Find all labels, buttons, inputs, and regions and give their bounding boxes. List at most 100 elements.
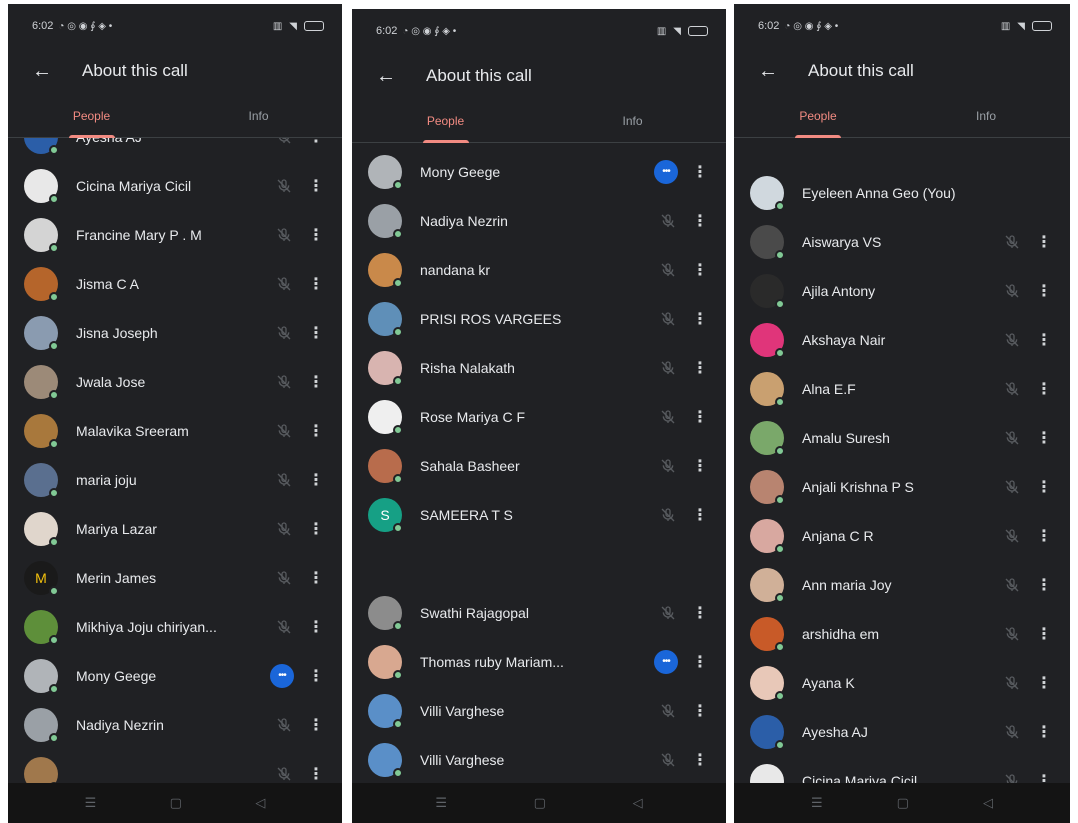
participant-row[interactable]: Jisna Joseph ⋮ bbox=[8, 308, 342, 357]
participant-row[interactable]: Thomas ruby Mariam... ••• ⋮ bbox=[352, 637, 726, 686]
more-options-icon[interactable]: ⋮ bbox=[1032, 230, 1056, 254]
more-options-icon[interactable]: ⋮ bbox=[688, 160, 712, 184]
participant-row[interactable]: arshidha em ⋮ bbox=[734, 609, 1070, 658]
more-options-icon[interactable]: ⋮ bbox=[1032, 720, 1056, 744]
participant-row[interactable]: Ann maria Joy ⋮ bbox=[734, 560, 1070, 609]
participant-name: Ayesha AJ bbox=[802, 723, 868, 740]
back-nav-icon[interactable]: ◁ bbox=[633, 795, 643, 811]
participant-row[interactable]: Ayana K ⋮ bbox=[734, 658, 1070, 707]
participant-row[interactable]: Malavika Sreeram ⋮ bbox=[8, 406, 342, 455]
participant-row[interactable]: Cicina Mariya Cicil ⋮ bbox=[8, 161, 342, 210]
home-nav-icon[interactable]: ▢ bbox=[534, 795, 546, 811]
participant-row[interactable]: Anjali Krishna P S ⋮ bbox=[734, 462, 1070, 511]
tab-info[interactable]: Info bbox=[175, 94, 342, 137]
participant-row[interactable]: Jisma C A ⋮ bbox=[8, 259, 342, 308]
back-arrow-icon[interactable]: ← bbox=[28, 57, 56, 85]
more-options-icon[interactable]: ⋮ bbox=[1032, 573, 1056, 597]
avatar bbox=[24, 511, 59, 547]
more-options-icon[interactable]: ⋮ bbox=[304, 223, 328, 247]
participant-row[interactable]: Sahala Basheer ⋮ bbox=[352, 441, 726, 490]
tab-people[interactable]: People bbox=[734, 94, 902, 137]
participant-row[interactable]: Villi Varghese ⋮ bbox=[352, 686, 726, 735]
participant-row[interactable]: S SAMEERA T S ⋮ bbox=[352, 490, 726, 539]
participant-row[interactable]: Ayesha AJ ⋮ bbox=[734, 707, 1070, 756]
more-options-icon[interactable]: ⋮ bbox=[688, 209, 712, 233]
participant-row[interactable]: Mony Geege ••• ⋮ bbox=[8, 651, 342, 700]
more-options-icon[interactable]: ⋮ bbox=[1032, 328, 1056, 352]
participant-row[interactable]: Rose Mariya C F ⋮ bbox=[352, 392, 726, 441]
more-options-icon[interactable]: ⋮ bbox=[1032, 426, 1056, 450]
more-options-icon[interactable]: ⋮ bbox=[688, 307, 712, 331]
more-options-icon[interactable]: ⋮ bbox=[688, 405, 712, 429]
participant-row[interactable]: Eyeleen Anna Geo (You)⋮ bbox=[734, 168, 1070, 217]
more-options-icon[interactable]: ⋮ bbox=[1032, 769, 1056, 784]
participant-row[interactable]: Mony Geege ••• ⋮ bbox=[352, 147, 726, 196]
mic-off-icon bbox=[658, 211, 678, 231]
more-options-icon[interactable]: ⋮ bbox=[304, 419, 328, 443]
more-options-icon[interactable]: ⋮ bbox=[304, 713, 328, 737]
more-options-icon[interactable]: ⋮ bbox=[1032, 671, 1056, 695]
home-nav-icon[interactable]: ▢ bbox=[897, 795, 909, 811]
more-options-icon[interactable]: ⋮ bbox=[304, 517, 328, 541]
participant-row[interactable]: Mariya Lazar ⋮ bbox=[8, 504, 342, 553]
participant-name: Francine Mary P . M bbox=[76, 226, 202, 243]
participant-row[interactable]: Alna E.F ⋮ bbox=[734, 364, 1070, 413]
participant-row[interactable]: Mikhiya Joju chiriyan... ⋮ bbox=[8, 602, 342, 651]
participant-row[interactable]: nandana kr ⋮ bbox=[352, 245, 726, 294]
home-nav-icon[interactable]: ▢ bbox=[170, 795, 182, 811]
participant-row[interactable]: Risha Nalakath ⋮ bbox=[352, 343, 726, 392]
more-options-icon[interactable]: ⋮ bbox=[1032, 622, 1056, 646]
back-arrow-icon[interactable]: ← bbox=[754, 57, 782, 85]
more-options-icon[interactable]: ⋮ bbox=[1032, 279, 1056, 303]
back-nav-icon[interactable]: ◁ bbox=[255, 795, 265, 811]
participant-name: Jwala Jose bbox=[76, 373, 146, 390]
participant-row[interactable]: PRISI ROS VARGEES ⋮ bbox=[352, 294, 726, 343]
participant-row[interactable]: Jwala Jose ⋮ bbox=[8, 357, 342, 406]
more-options-icon[interactable]: ⋮ bbox=[688, 503, 712, 527]
more-options-icon[interactable]: ⋮ bbox=[304, 615, 328, 639]
participant-row[interactable]: ⋮ bbox=[8, 749, 342, 783]
participant-row[interactable]: maria joju ⋮ bbox=[8, 455, 342, 504]
more-options-icon[interactable]: ⋮ bbox=[688, 356, 712, 380]
tab-info[interactable]: Info bbox=[539, 99, 726, 142]
more-options-icon[interactable]: ⋮ bbox=[688, 454, 712, 478]
back-arrow-icon[interactable]: ← bbox=[372, 62, 400, 90]
participant-row[interactable]: Nadiya Nezrin ⋮ bbox=[352, 196, 726, 245]
more-options-icon[interactable]: ⋮ bbox=[304, 370, 328, 394]
more-options-icon[interactable]: ⋮ bbox=[304, 664, 328, 688]
more-options-icon[interactable]: ⋮ bbox=[304, 174, 328, 198]
recents-nav-icon[interactable]: ☰ bbox=[811, 795, 823, 811]
more-options-icon[interactable]: ⋮ bbox=[304, 762, 328, 784]
more-options-icon[interactable]: ⋮ bbox=[688, 258, 712, 282]
more-options-icon[interactable]: ⋮ bbox=[304, 566, 328, 590]
tab-people[interactable]: People bbox=[8, 94, 175, 137]
more-options-icon[interactable]: ⋮ bbox=[304, 272, 328, 296]
more-options-icon[interactable]: ⋮ bbox=[688, 699, 712, 723]
participant-row[interactable]: Amalu Suresh ⋮ bbox=[734, 413, 1070, 462]
participant-row[interactable]: Nadiya Nezrin ⋮ bbox=[8, 700, 342, 749]
participant-row[interactable]: Anjana C R ⋮ bbox=[734, 511, 1070, 560]
tab-info[interactable]: Info bbox=[902, 94, 1070, 137]
more-options-icon[interactable]: ⋮ bbox=[688, 748, 712, 772]
participant-row[interactable]: Aiswarya VS ⋮ bbox=[734, 217, 1070, 266]
participant-row[interactable]: Swathi Rajagopal ⋮ bbox=[352, 588, 726, 637]
participant-row[interactable]: Francine Mary P . M ⋮ bbox=[8, 210, 342, 259]
more-options-icon[interactable]: ⋮ bbox=[304, 321, 328, 345]
tab-people[interactable]: People bbox=[352, 99, 539, 142]
recents-nav-icon[interactable]: ☰ bbox=[85, 795, 97, 811]
participant-row[interactable]: Villi Varghese ⋮ bbox=[352, 735, 726, 783]
more-options-icon[interactable]: ⋮ bbox=[1032, 377, 1056, 401]
back-nav-icon[interactable]: ◁ bbox=[983, 795, 993, 811]
participant-row[interactable]: Cicina Mariya Cicil ⋮ bbox=[734, 756, 1070, 783]
more-options-icon[interactable]: ⋮ bbox=[304, 138, 328, 149]
more-options-icon[interactable]: ⋮ bbox=[1032, 524, 1056, 548]
more-options-icon[interactable]: ⋮ bbox=[688, 601, 712, 625]
more-options-icon[interactable]: ⋮ bbox=[1032, 475, 1056, 499]
participant-row[interactable]: Akshaya Nair ⋮ bbox=[734, 315, 1070, 364]
recents-nav-icon[interactable]: ☰ bbox=[435, 795, 447, 811]
more-options-icon[interactable]: ⋮ bbox=[304, 468, 328, 492]
participant-row[interactable]: M Merin James ⋮ bbox=[8, 553, 342, 602]
participant-row[interactable]: Ayesha AJ ⋮ bbox=[8, 138, 342, 161]
participant-row[interactable]: Ajila Antony ⋮ bbox=[734, 266, 1070, 315]
more-options-icon[interactable]: ⋮ bbox=[688, 650, 712, 674]
